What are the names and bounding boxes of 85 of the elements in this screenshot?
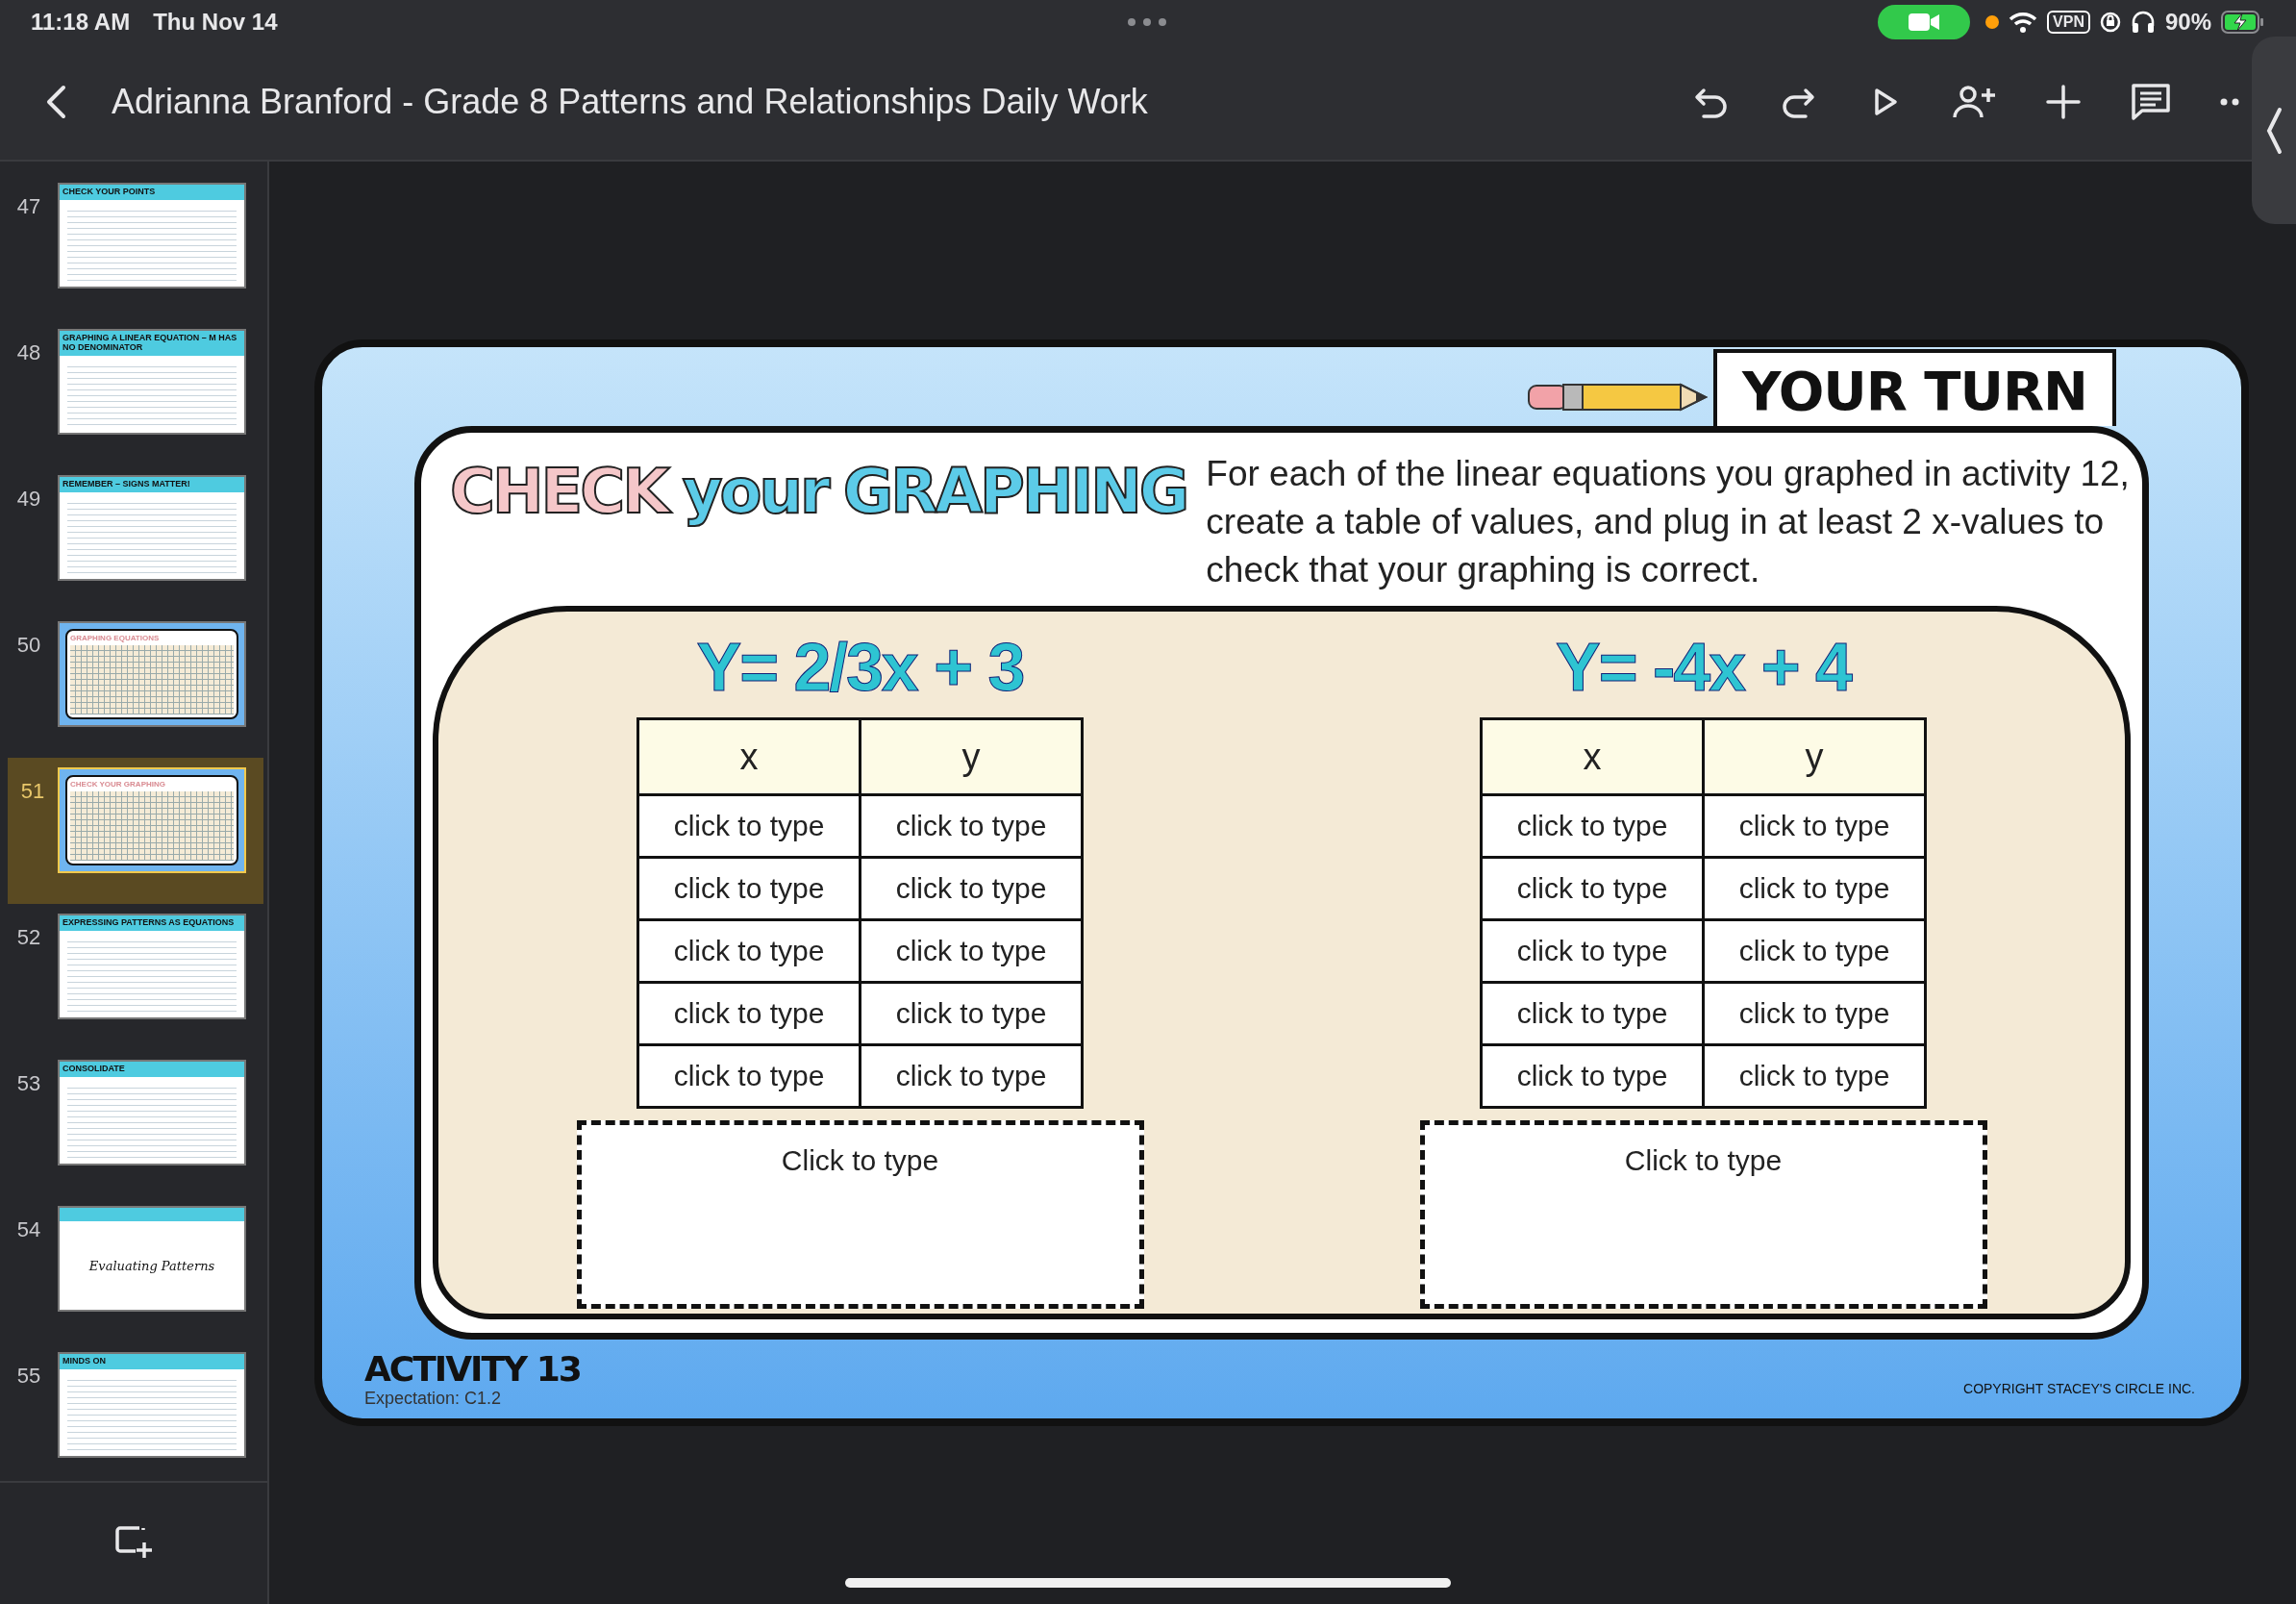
table-input-cell[interactable]: click to type: [637, 982, 861, 1045]
thumbnail-title: MINDS ON: [60, 1354, 244, 1369]
table-input-cell[interactable]: click to type: [1703, 1044, 1926, 1108]
slide-number: 47: [15, 193, 42, 219]
rotation-lock-icon: [2099, 12, 2121, 33]
slide-thumbnail[interactable]: GRAPHING A LINEAR EQUATION – M HAS NO DENOMINATOR: [58, 329, 246, 435]
thumbnail-title: CHECK YOUR GRAPHING: [70, 780, 166, 789]
table-header-cell: x: [637, 718, 861, 795]
table-header-cell: y: [860, 718, 1083, 795]
slide-thumbnail[interactable]: EXPRESSING PATTERNS AS EQUATIONS: [58, 914, 246, 1019]
slide-thumbnail[interactable]: REMEMBER – SIGNS MATTER!: [58, 475, 246, 581]
table-input-cell[interactable]: click to type: [1703, 857, 1926, 920]
table-input-cell[interactable]: click to type: [1481, 919, 1704, 983]
table-input-cell[interactable]: click to type: [1481, 794, 1704, 858]
status-time: 11:18 AM: [31, 9, 131, 36]
thumbnail-title: CHECK YOUR POINTS: [60, 185, 244, 200]
table-header-cell: y: [1703, 718, 1926, 795]
add-slide-icon[interactable]: [114, 1525, 153, 1560]
slide-thumbnail[interactable]: CONSOLIDATE: [58, 1060, 246, 1165]
slide-number: 52: [15, 924, 42, 950]
answer-box[interactable]: Click to type: [576, 1120, 1144, 1309]
table-header-cell: x: [1481, 718, 1704, 795]
slide-list-item[interactable]: 48 GRAPHING A LINEAR EQUATION – M HAS NO DENOMINATOR: [0, 319, 267, 465]
table-input-cell[interactable]: click to type: [1481, 1044, 1704, 1108]
slide-number: 53: [15, 1070, 42, 1096]
activity-label: ACTIVITY 13: [364, 1349, 581, 1389]
table-input-cell[interactable]: click to type: [1703, 919, 1926, 983]
copyright-text: COPYRIGHT STACEY'S CIRCLE INC.: [1963, 1380, 2195, 1396]
plus-icon[interactable]: [2044, 83, 2083, 121]
table-input-cell[interactable]: click to type: [1481, 982, 1704, 1045]
slide-number: 49: [15, 486, 42, 512]
document-title: Adrianna Branford - Grade 8 Patterns and Relationships Daily Work: [112, 82, 1148, 122]
expectation-label: Expectation: C1.2: [364, 1388, 503, 1409]
table-input-cell[interactable]: click to type: [637, 794, 861, 858]
thumbnail-title: Evaluating Patterns: [87, 1257, 216, 1275]
slide-thumbnail[interactable]: Evaluating Patterns: [58, 1206, 246, 1312]
table-input-cell[interactable]: click to type: [637, 857, 861, 920]
wifi-icon: [2009, 11, 2038, 34]
your-turn-banner: YOUR TURN: [1713, 349, 2116, 426]
slide-number: 51: [19, 778, 46, 804]
back-icon[interactable]: [44, 85, 67, 119]
thumbnail-title: REMEMBER – SIGNS MATTER!: [60, 477, 244, 492]
thumbnail-title: CONSOLIDATE: [60, 1062, 244, 1077]
table-input-cell[interactable]: click to type: [860, 794, 1083, 858]
slide-list-item[interactable]: 49 REMEMBER – SIGNS MATTER!: [0, 465, 267, 612]
more-dots-icon[interactable]: [1127, 17, 1167, 27]
slide-number: 54: [15, 1216, 42, 1242]
slide-title-word: GRAPHING: [842, 456, 1187, 527]
slide-list-item[interactable]: 47 CHECK YOUR POINTS: [0, 173, 267, 319]
comment-icon[interactable]: [2131, 83, 2171, 121]
slide-list-item[interactable]: 54 Evaluating Patterns: [0, 1196, 267, 1342]
slide-list-item[interactable]: 55 MINDS ON: [0, 1342, 267, 1489]
table-input-cell[interactable]: click to type: [860, 857, 1083, 920]
slide-title-word: your: [682, 456, 828, 527]
slide-list-item[interactable]: 52 EXPRESSING PATTERNS AS EQUATIONS: [0, 904, 267, 1050]
headphones-icon: [2130, 11, 2156, 34]
slide-list-item[interactable]: 50 GRAPHING EQUATIONS: [0, 612, 267, 758]
equation-label: Y= -4x + 4: [1556, 629, 1851, 707]
thumbnail-title: GRAPHING EQUATIONS: [70, 634, 161, 642]
slide-list-item[interactable]: 51 CHECK YOUR GRAPHING: [8, 758, 263, 904]
battery-percent: 90%: [2164, 9, 2211, 36]
table-input-cell[interactable]: click to type: [1703, 982, 1926, 1045]
slide-thumbnail[interactable]: MINDS ON: [58, 1352, 246, 1458]
table-input-cell[interactable]: click to type: [860, 1044, 1083, 1108]
table-input-cell[interactable]: click to type: [1703, 794, 1926, 858]
thumbnail-title: GRAPHING A LINEAR EQUATION – M HAS NO DENOMINATOR: [60, 331, 244, 356]
table-input-cell[interactable]: click to type: [860, 919, 1083, 983]
side-panel-handle[interactable]: [2252, 37, 2296, 224]
slide-number: 50: [15, 632, 42, 658]
vpn-indicator: VPN: [2047, 11, 2090, 34]
table-input-cell[interactable]: click to type: [637, 919, 861, 983]
slide-list-item[interactable]: 53 CONSOLIDATE: [0, 1050, 267, 1196]
instructions-text: For each of the linear equations you graphed in activity 12, create a table of values, and plug in at least 2 x-values to check that your graphing is correct.: [1206, 453, 2131, 591]
thumbnail-title: EXPRESSING PATTERNS AS EQUATIONS: [60, 915, 244, 931]
recording-dot-icon: [1985, 15, 2000, 29]
equation-label: Y= 2/3x + 3: [696, 629, 1024, 707]
slide-thumbnail[interactable]: CHECK YOUR POINTS: [58, 183, 246, 288]
table-input-cell[interactable]: click to type: [637, 1044, 861, 1108]
slide-number: 55: [15, 1363, 42, 1389]
table-input-cell[interactable]: click to type: [860, 982, 1083, 1045]
answer-box[interactable]: Click to type: [1419, 1120, 1987, 1309]
slide-number: 48: [15, 339, 42, 365]
battery-charging-icon: [2221, 11, 2265, 34]
table-input-cell[interactable]: click to type: [1481, 857, 1704, 920]
status-date: Thu Nov 14: [153, 9, 278, 36]
